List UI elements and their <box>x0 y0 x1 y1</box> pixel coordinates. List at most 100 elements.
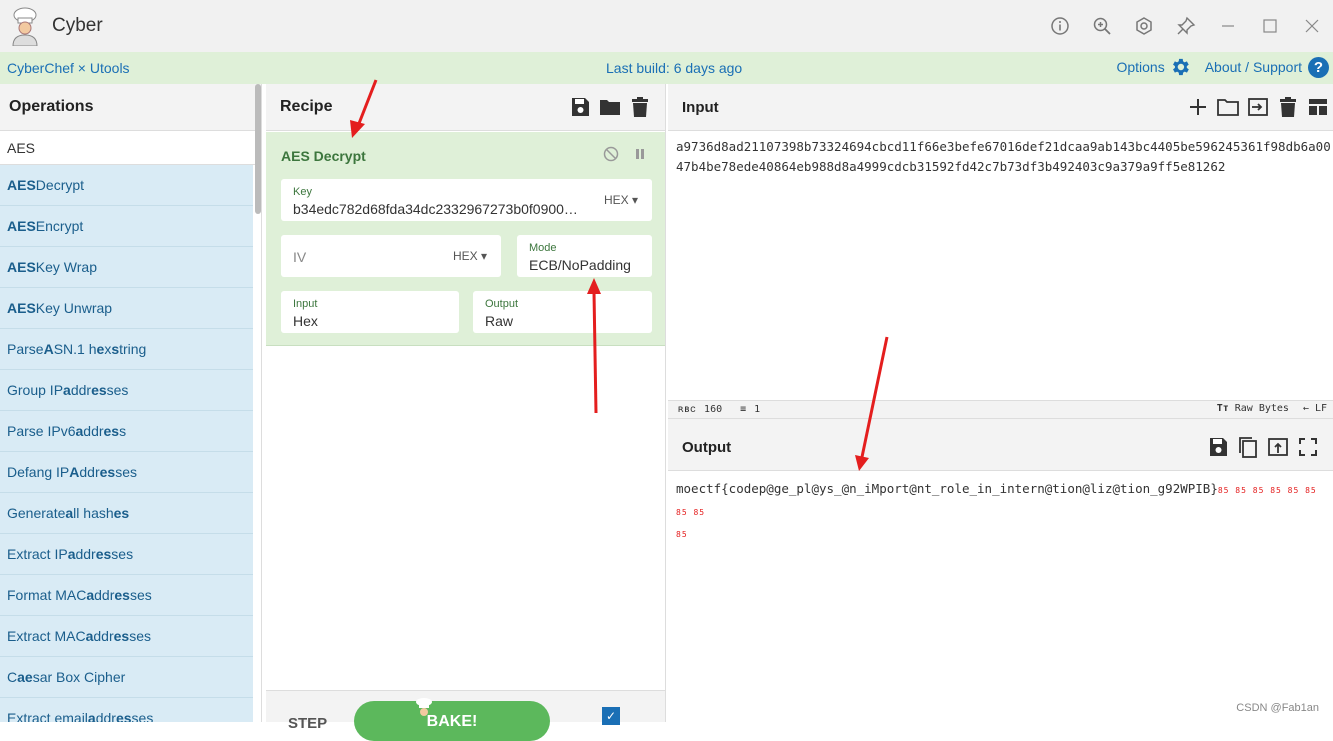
input-encoding[interactable]: Raw Bytes <box>1235 403 1289 414</box>
watermark: CSDN @Fab1an <box>1236 702 1319 714</box>
settings-hex-icon[interactable] <box>1123 0 1165 52</box>
operation-item[interactable]: AES Key Wrap <box>0 247 253 288</box>
lines-icon: ≡ <box>740 404 747 415</box>
output-textarea[interactable]: moectf{codep@ge_pl@ys_@n_iMport@nt_role_… <box>668 471 1333 545</box>
aes-decrypt-operation[interactable]: AES Decrypt Key b34edc782d68fda34dc23329… <box>266 132 665 346</box>
operation-item-text: sar Box Cipher <box>32 669 126 685</box>
input-status-bar: ʀʙᴄ 160 ≡ 1 Tт Raw Bytes ← LF <box>668 400 1333 418</box>
operation-item-text: es <box>115 710 132 722</box>
maximize-icon[interactable] <box>1249 0 1291 52</box>
iv-placeholder: IV <box>293 249 307 265</box>
operation-item-text: s <box>111 341 120 357</box>
operation-item[interactable]: Extract MAC a ddr es ses <box>0 616 253 657</box>
iv-format-dropdown[interactable]: HEX ▾ <box>453 249 487 263</box>
operation-item-text: Parse <box>7 341 44 357</box>
iv-field[interactable]: IV HEX ▾ <box>281 235 501 277</box>
window-controls <box>1039 0 1333 52</box>
operation-item[interactable]: Defang IP Addr es ses <box>0 452 253 493</box>
gear-icon[interactable] <box>1169 56 1191 78</box>
operation-item-text: Key Wrap <box>35 259 98 275</box>
operation-item-text: ses <box>129 628 151 644</box>
input-format-value[interactable]: Hex <box>293 313 318 329</box>
open-file-folder-icon[interactable] <box>1217 96 1239 118</box>
load-recipe-folder-icon[interactable] <box>599 96 621 118</box>
auto-bake-checkbox[interactable]: ✓ <box>602 707 620 725</box>
zoom-icon[interactable] <box>1081 0 1123 52</box>
operation-item-text: AES <box>7 218 36 234</box>
operations-scrollbar[interactable] <box>255 84 261 214</box>
operation-item-text: s <box>119 423 127 439</box>
operation-item-text: es <box>113 505 130 521</box>
disable-operation-icon[interactable] <box>603 146 619 165</box>
operation-item[interactable]: AES Key Unwrap <box>0 288 253 329</box>
key-value[interactable]: b34edc782d68fda34dc2332967273b0f0900… <box>293 201 583 217</box>
operation-item-text: a <box>75 423 84 439</box>
operation-item-text: Defang IP <box>7 464 70 480</box>
output-text: moectf{codep@ge_pl@ys_@n_iMport@nt_role_… <box>676 481 1218 496</box>
copy-output-icon[interactable] <box>1237 436 1259 458</box>
operation-item[interactable]: Format MAC a ddr es ses <box>0 575 253 616</box>
operation-item-text: es <box>103 423 120 439</box>
encoding-icon: Tт <box>1216 403 1229 414</box>
step-button[interactable]: STEP <box>288 715 327 732</box>
operation-item[interactable]: Parse A SN.1 hex s tring <box>0 329 253 370</box>
operation-item-text: A <box>43 341 54 357</box>
operation-item-text: a <box>85 628 94 644</box>
operation-item[interactable]: Cae sar Box Cipher <box>0 657 253 698</box>
operations-search-input[interactable]: AES <box>0 131 261 165</box>
save-recipe-icon[interactable] <box>569 96 591 118</box>
operation-item-text: a <box>63 382 71 398</box>
save-output-icon[interactable] <box>1207 436 1229 458</box>
operation-item[interactable]: Extract IP a ddr es ses <box>0 534 253 575</box>
info-icon[interactable] <box>1039 0 1081 52</box>
output-format-label: Output <box>485 298 519 310</box>
operation-item-text: A <box>69 464 80 480</box>
clear-recipe-trash-icon[interactable] <box>629 96 651 118</box>
operation-item-text: AES <box>7 300 36 316</box>
operation-item-text: a <box>86 587 95 603</box>
input-eol[interactable]: LF <box>1315 403 1327 414</box>
options-link[interactable]: Options <box>1116 59 1164 75</box>
pin-icon[interactable] <box>1165 0 1207 52</box>
add-tab-plus-icon[interactable] <box>1187 96 1209 118</box>
help-icon[interactable]: ? <box>1308 56 1329 78</box>
mode-select[interactable]: Mode ECB/NoPadding <box>517 235 652 277</box>
bake-button[interactable]: BAKE! <box>354 698 550 741</box>
brand-link[interactable]: CyberChef × Utools <box>7 60 130 76</box>
replace-input-icon[interactable] <box>1267 436 1289 458</box>
input-format-select[interactable]: Input Hex <box>281 291 459 333</box>
operation-item[interactable]: AES Decrypt <box>0 165 253 206</box>
key-field[interactable]: Key b34edc782d68fda34dc2332967273b0f0900… <box>281 179 652 221</box>
pause-operation-icon[interactable] <box>633 146 647 165</box>
operation-item[interactable]: Group IP a ddr es ses <box>0 370 253 411</box>
operation-item[interactable]: Generate a ll hash es <box>0 493 253 534</box>
eol-icon: ← <box>1302 403 1309 414</box>
operation-item-text: ddr <box>75 546 96 562</box>
operation-item-text: ddr <box>95 710 116 722</box>
input-textarea[interactable]: a9736d8ad21107398b73324694cbcd11f66e3bef… <box>668 131 1333 177</box>
open-input-icon[interactable] <box>1247 96 1269 118</box>
minimize-icon[interactable] <box>1207 0 1249 52</box>
mode-label: Mode <box>529 242 557 254</box>
operation-item-text: tring <box>119 341 147 357</box>
operation-item-text: es <box>91 382 107 398</box>
operation-item-text: es <box>114 587 130 603</box>
operation-item-text: x <box>104 341 112 357</box>
operation-item[interactable]: Parse IPv6 a ddr es s <box>0 411 253 452</box>
clear-input-trash-icon[interactable] <box>1277 96 1299 118</box>
operation-item[interactable]: AES Encrypt <box>0 206 253 247</box>
maximize-output-icon[interactable] <box>1297 436 1319 458</box>
mode-value[interactable]: ECB/NoPadding <box>529 257 631 273</box>
operation-item-text: Group IP <box>7 382 64 398</box>
close-icon[interactable] <box>1291 0 1333 52</box>
operation-item-text: Extract IP <box>7 546 68 562</box>
input-title: Input <box>682 98 719 116</box>
output-format-select[interactable]: Output Raw <box>473 291 652 333</box>
operation-item[interactable]: Extract email a ddr es ses <box>0 698 253 722</box>
input-lines: 1 <box>754 404 761 415</box>
key-format-dropdown[interactable]: HEX ▾ <box>604 193 638 207</box>
reset-layout-icon[interactable] <box>1307 96 1329 118</box>
operation-item-text: Generate <box>7 505 66 521</box>
output-format-value[interactable]: Raw <box>485 313 513 329</box>
about-support-link[interactable]: About / Support <box>1205 59 1302 75</box>
